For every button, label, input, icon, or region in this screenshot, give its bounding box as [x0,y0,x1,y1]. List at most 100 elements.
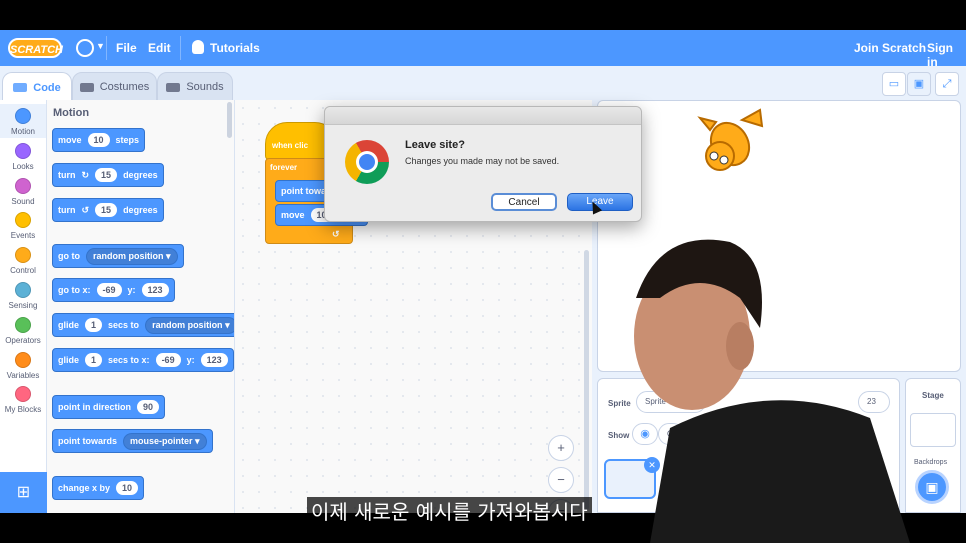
change-x-block[interactable]: change x by 10 [52,476,145,500]
category-label: My Blocks [4,405,42,415]
category-motion[interactable]: Motion [0,104,46,138]
dropdown-value: mouse-pointer [130,435,193,446]
block-input[interactable]: 15 [95,203,118,217]
block-input[interactable]: 123 [200,353,228,367]
block-input[interactable]: 10 [87,133,110,147]
block-label: steps [115,135,140,145]
block-input[interactable]: 15 [95,168,118,182]
category-dot-icon [15,247,31,264]
go-to-block[interactable]: go to random position ▾ [52,244,184,268]
block-input[interactable]: -69 [155,353,181,367]
dialog-message: Changes you made may not be saved. [405,156,560,166]
block-palette: Motion move 10 steps turn ↻ 15 degrees t… [47,100,235,513]
block-label: forever [270,163,298,172]
category-operators[interactable]: Operators [0,313,46,347]
tab-code-label: Code [33,81,61,94]
block-dropdown[interactable]: mouse-pointer ▾ [123,432,207,450]
block-label: when clic [272,141,309,150]
block-input[interactable]: 90 [137,400,160,414]
fullscreen-icon[interactable]: ⤢ [935,72,959,96]
dropdown-value: random position [93,250,164,261]
block-input[interactable]: 1 [85,353,103,367]
zoom-out-button[interactable]: − [548,467,574,493]
category-label: Motion [10,127,35,136]
menu-bar: SCRATCH ▼ File Edit Tutorials Join Scrat… [0,30,966,69]
category-dot-icon [15,316,31,333]
block-label: move [281,210,305,220]
block-input[interactable]: -69 [96,283,122,297]
chrome-icon [345,140,389,184]
add-backdrop-button[interactable]: ▣ [915,470,949,504]
block-label: degrees [123,205,158,215]
block-input[interactable]: 1 [85,318,103,332]
large-stage-icon[interactable]: ▣ [907,72,931,96]
block-dropdown[interactable]: random position ▾ [145,316,234,334]
category-sound[interactable]: Sound [0,174,46,208]
file-menu[interactable]: File [116,41,137,55]
category-dot-icon [15,177,31,194]
category-menu: Motion Looks Sound Events Control Sensing Oper… [0,100,47,513]
chrome-icon-core [359,154,375,170]
category-label: Looks [12,161,34,171]
category-my-blocks[interactable]: My Blocks [0,382,46,416]
block-input[interactable]: 123 [141,283,169,297]
category-dot-icon [15,108,31,124]
move-steps-block[interactable]: move 10 steps [52,128,146,152]
divider [180,36,181,60]
category-label: Sensing [8,301,38,310]
sign-in-link[interactable]: Sign in [927,41,966,69]
lightbulb-icon [192,40,204,54]
scratch-logo[interactable]: SCRATCH [8,38,63,58]
category-dot-icon [15,282,31,298]
category-sensing[interactable]: Sensing [0,278,46,312]
category-events[interactable]: Events [0,208,46,242]
tab-code[interactable]: Code [2,72,72,102]
rotate-left-icon: ↺ [81,204,90,215]
tab-sounds[interactable]: Sounds [157,72,233,102]
zoom-in-button[interactable]: + [548,435,574,461]
block-label: point in direction [58,402,131,412]
glide-block[interactable]: glide 1 secs to random position ▾ [52,313,234,337]
cat-sprite[interactable] [690,100,770,184]
editor-tabs: Code Costumes Sounds [0,66,240,102]
stage-pane-title: Stage [922,391,944,400]
block-label: y: [186,355,195,365]
block-dropdown[interactable]: random position ▾ [86,247,178,265]
category-label: Sound [11,196,35,206]
turn-right-block[interactable]: turn ↻ 15 degrees [52,163,164,187]
add-extension-button[interactable]: ⊞ [0,472,47,513]
category-dot-icon [15,386,31,403]
block-label: y: [127,285,136,295]
block-label: move [58,135,82,145]
glide-xy-block[interactable]: glide 1 secs to x: -69 y: 123 [52,348,234,372]
point-towards-block[interactable]: point towards mouse-pointer ▾ [52,429,213,453]
speaker-icon [166,82,181,92]
turn-left-block[interactable]: turn ↺ 15 degrees [52,198,164,222]
presenter-image [634,239,910,543]
dropdown-value: random position [152,319,223,330]
palette-scrollbar[interactable] [227,102,232,138]
block-label: degrees [123,170,158,180]
point-in-direction-block[interactable]: point in direction 90 [52,395,166,419]
category-dot-icon [15,212,31,229]
category-dot-icon [15,142,31,159]
tab-costumes[interactable]: Costumes [72,72,157,102]
tab-sounds-label: Sounds [186,81,224,93]
cancel-button[interactable]: Cancel [491,193,557,211]
script-scrollbar[interactable] [584,250,589,510]
loop-arrow-icon: ↺ [332,229,340,239]
category-looks[interactable]: Looks [0,139,46,173]
tutorials-button[interactable]: Tutorials [210,41,260,55]
edit-menu[interactable]: Edit [148,41,171,55]
category-label: Variables [6,370,40,380]
globe-icon[interactable] [76,39,94,57]
small-stage-icon[interactable]: ▭ [882,72,906,96]
go-to-xy-block[interactable]: go to x: -69 y: 123 [52,278,175,302]
block-input[interactable]: 10 [116,481,139,495]
dialog-titlebar [325,107,641,125]
category-variables[interactable]: Variables [0,348,46,382]
category-control[interactable]: Control [0,243,46,277]
tab-costumes-label: Costumes [99,81,150,93]
join-scratch-link[interactable]: Join Scratch [854,41,926,55]
video-subtitle: 이제 새로운 예시를 가져와봅시다 [307,497,592,527]
